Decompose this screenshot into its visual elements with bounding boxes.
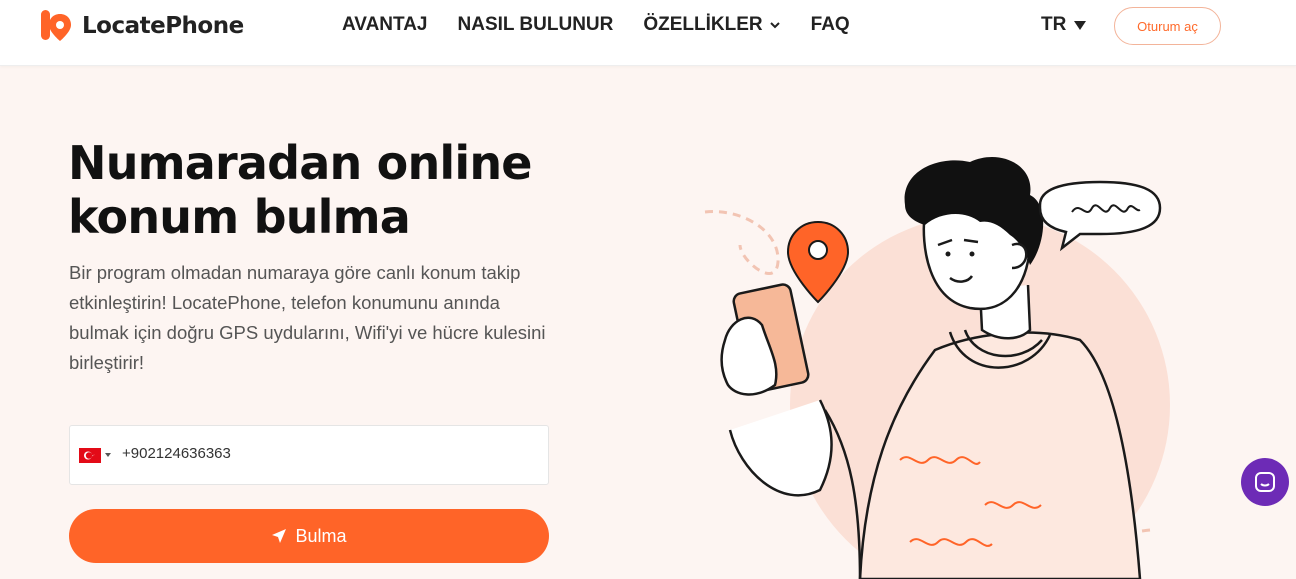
hero-title: Numaradan online konum bulma bbox=[68, 136, 588, 244]
language-selector[interactable]: TR bbox=[1041, 14, 1087, 36]
navigation-arrow-icon bbox=[272, 529, 287, 543]
nav-features[interactable]: ÖZELLİKLER bbox=[643, 14, 780, 36]
nav-how-to-find-label: NASIL BULUNUR bbox=[457, 14, 614, 35]
find-button-label: Bulma bbox=[295, 525, 347, 546]
chevron-down-icon bbox=[769, 22, 780, 29]
location-pin-logo-icon bbox=[41, 10, 71, 41]
nav-faq[interactable]: FAQ bbox=[811, 14, 850, 36]
hero-title-line2: konum bulma bbox=[68, 190, 411, 244]
main-nav: AVANTAJ NASIL BULUNUR ÖZELLİKLER FAQ bbox=[342, 14, 850, 36]
nav-how-to-find[interactable]: NASIL BULUNUR bbox=[458, 14, 614, 36]
turkey-flag-icon[interactable] bbox=[79, 448, 101, 463]
hero-description: Bir program olmadan numaraya göre canlı … bbox=[69, 262, 546, 373]
chat-bubble-icon bbox=[1255, 472, 1275, 492]
language-label: TR bbox=[1041, 14, 1067, 35]
eye-right bbox=[969, 251, 975, 257]
arm bbox=[728, 399, 833, 497]
eye bbox=[945, 251, 951, 257]
phone-number-value[interactable]: +902124636363 bbox=[122, 445, 231, 462]
nav-advantage-label: AVANTAJ bbox=[342, 14, 428, 35]
dashed-curve-left bbox=[704, 210, 780, 275]
nav-features-label: ÖZELLİKLER bbox=[643, 14, 763, 35]
chat-launcher-button[interactable] bbox=[1241, 458, 1289, 506]
country-dropdown-icon[interactable] bbox=[105, 453, 111, 457]
logo-text: LocatePhone bbox=[82, 13, 244, 39]
phone-number-field[interactable]: +902124636363 bbox=[69, 425, 549, 485]
hero-title-line1: Numaradan online bbox=[68, 136, 533, 190]
find-button[interactable]: Bulma bbox=[69, 509, 549, 563]
location-pin-dot bbox=[808, 240, 828, 260]
site-header: LocatePhone AVANTAJ NASIL BULUNUR ÖZELLİ… bbox=[0, 0, 1296, 66]
nav-faq-label: FAQ bbox=[810, 14, 850, 35]
login-button[interactable]: Oturum aç bbox=[1114, 7, 1221, 45]
logo[interactable]: LocatePhone bbox=[40, 8, 244, 44]
caret-down-icon bbox=[1074, 20, 1087, 30]
nav-advantage[interactable]: AVANTAJ bbox=[342, 14, 428, 36]
person-with-phone-illustration bbox=[704, 157, 1170, 579]
